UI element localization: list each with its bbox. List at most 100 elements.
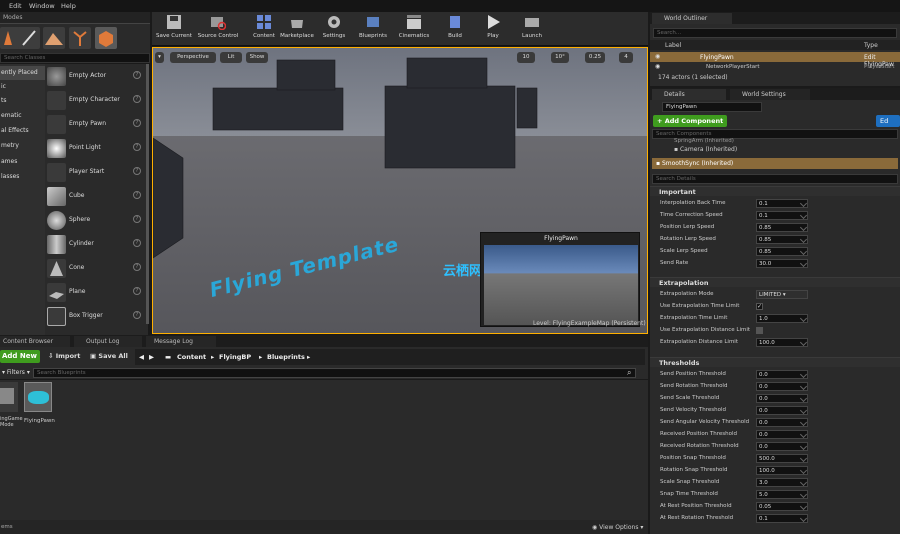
geometry-mode-icon[interactable]	[95, 27, 117, 49]
property-value[interactable]: 0.1	[756, 211, 808, 220]
class-item[interactable]: Player Start?	[45, 161, 145, 184]
class-list-scrollbar[interactable]	[146, 64, 149, 324]
property-value[interactable]: 30.0	[756, 259, 808, 268]
category-item[interactable]: al Effects	[0, 124, 45, 138]
camera-speed-value[interactable]: 4	[619, 52, 633, 63]
import-button[interactable]: ⇩ Import	[48, 352, 80, 360]
property-value[interactable]: 0.05	[756, 502, 808, 511]
help-icon[interactable]: ?	[133, 71, 141, 79]
class-item[interactable]: Cylinder?	[45, 233, 145, 256]
property-value[interactable]: 500.0	[756, 454, 808, 463]
property-value[interactable]: 0.0	[756, 442, 808, 451]
cinematics-button[interactable]: Cinematics	[396, 14, 432, 44]
grid-snap-value[interactable]: 10	[517, 52, 535, 63]
actor-name-field[interactable]: FlyingPawn	[662, 102, 762, 112]
source-control-button[interactable]: Source Control	[196, 14, 240, 44]
help-icon[interactable]: ?	[133, 95, 141, 103]
build-button[interactable]: Build	[442, 14, 468, 44]
property-value[interactable]: 0.0	[756, 406, 808, 415]
modes-tab[interactable]: Modes	[0, 12, 150, 24]
edit-blueprint-button[interactable]: Ed	[876, 115, 900, 127]
property-value[interactable]: 100.0	[756, 338, 808, 347]
asset-tile[interactable]	[24, 382, 52, 412]
table-row[interactable]: ◉ NetworkPlayerStart PlayerStart	[650, 62, 900, 72]
property-value[interactable]: 0.0	[756, 370, 808, 379]
back-icon[interactable]: ◀	[139, 353, 144, 361]
menu-window[interactable]: Window	[29, 2, 55, 10]
menu-help[interactable]: Help	[61, 2, 76, 10]
breadcrumb-flyingbp[interactable]: FlyingBP	[219, 353, 251, 361]
class-item[interactable]: Empty Pawn?	[45, 113, 145, 136]
tab-message-log[interactable]: Message Log	[146, 336, 216, 347]
help-icon[interactable]: ?	[133, 167, 141, 175]
tab-world-settings[interactable]: World Settings	[730, 89, 810, 100]
property-value[interactable]: 100.0	[756, 466, 808, 475]
tab-content-browser[interactable]: Content Browser	[0, 336, 70, 347]
eye-icon[interactable]: ◉	[655, 63, 660, 70]
section-thresholds[interactable]: Thresholds	[650, 357, 900, 367]
save-current-button[interactable]: Save Current	[156, 14, 192, 44]
component-item-selected[interactable]: ▪ SmoothSync (Inherited)	[652, 158, 898, 169]
class-item[interactable]: Empty Character?	[45, 89, 145, 112]
breadcrumb-blueprints[interactable]: Blueprints	[267, 353, 305, 361]
property-value[interactable]: 3.0	[756, 478, 808, 487]
class-item[interactable]: Box Trigger?	[45, 305, 145, 328]
label-column-header[interactable]: Label	[665, 42, 681, 49]
rotation-snap-value[interactable]: 10°	[551, 52, 569, 63]
content-button[interactable]: Content	[250, 14, 278, 44]
property-value[interactable]: 0.0	[756, 382, 808, 391]
filters-button[interactable]: ▾ Filters ▾	[2, 369, 30, 376]
section-extrapolation[interactable]: Extrapolation	[650, 277, 900, 287]
level-viewport[interactable]: ▾ Perspective Lit Show 10 10° 0.25 4 Fly…	[152, 47, 648, 334]
property-value[interactable]: 0.0	[756, 394, 808, 403]
perspective-button[interactable]: Perspective	[170, 52, 216, 63]
property-value[interactable]: 0.0	[756, 418, 808, 427]
property-value[interactable]: 0.85	[756, 223, 808, 232]
help-icon[interactable]: ?	[133, 119, 141, 127]
tab-output-log[interactable]: Output Log	[74, 336, 142, 347]
component-item[interactable]: SpringArm (Inherited)	[674, 138, 734, 144]
play-button[interactable]: Play	[482, 14, 504, 44]
property-value[interactable]: 5.0	[756, 490, 808, 499]
help-icon[interactable]: ?	[133, 239, 141, 247]
class-item[interactable]: Cube?	[45, 185, 145, 208]
lit-button[interactable]: Lit	[220, 52, 242, 63]
landscape-mode-icon[interactable]	[43, 27, 65, 49]
property-value[interactable]: 0.85	[756, 235, 808, 244]
class-item[interactable]: Point Light?	[45, 137, 145, 160]
extrapolation-mode-select[interactable]: LIMITED ▾	[756, 290, 808, 299]
property-value[interactable]: 0.0	[756, 430, 808, 439]
add-new-button[interactable]: Add New ▾	[0, 350, 40, 373]
viewport-options-button[interactable]: ▾	[155, 52, 164, 63]
category-item[interactable]: ently Placed	[0, 66, 45, 80]
property-value[interactable]: 0.1	[756, 514, 808, 523]
category-item[interactable]: ic	[0, 80, 45, 94]
search-details-input[interactable]: Search Details	[652, 174, 898, 184]
use-time-limit-checkbox[interactable]: ✓	[756, 303, 763, 310]
add-component-button[interactable]: + Add Component	[653, 115, 727, 127]
category-item[interactable]: metry	[0, 139, 45, 153]
category-item[interactable]: ts	[0, 94, 45, 108]
save-all-button[interactable]: ▣ Save All	[90, 352, 128, 360]
tab-details[interactable]: Details	[652, 89, 726, 100]
help-icon[interactable]: ?	[133, 287, 141, 295]
view-options-button[interactable]: ◉ View Options ▾	[592, 524, 643, 531]
property-value[interactable]: 0.85	[756, 247, 808, 256]
eye-icon[interactable]: ◉	[655, 53, 660, 60]
category-item[interactable]: lasses	[0, 170, 45, 184]
blueprints-button[interactable]: Blueprints	[356, 14, 390, 44]
class-item[interactable]: Cone?	[45, 257, 145, 280]
forward-icon[interactable]: ▶	[149, 353, 154, 361]
category-item[interactable]: ames	[0, 155, 45, 169]
class-item[interactable]: Plane?	[45, 281, 145, 304]
paint-mode-icon[interactable]	[18, 27, 40, 49]
section-important[interactable]: Important	[650, 186, 900, 196]
search-blueprints-input[interactable]: Search Blueprints	[33, 368, 636, 378]
use-distance-limit-checkbox[interactable]	[756, 327, 763, 334]
breadcrumb-content[interactable]: Content	[177, 353, 206, 361]
show-button[interactable]: Show	[246, 52, 268, 63]
help-icon[interactable]: ?	[133, 191, 141, 199]
category-item[interactable]: ematic	[0, 109, 45, 123]
outliner-search-input[interactable]: Search...	[653, 28, 897, 38]
help-icon[interactable]: ?	[133, 311, 141, 319]
